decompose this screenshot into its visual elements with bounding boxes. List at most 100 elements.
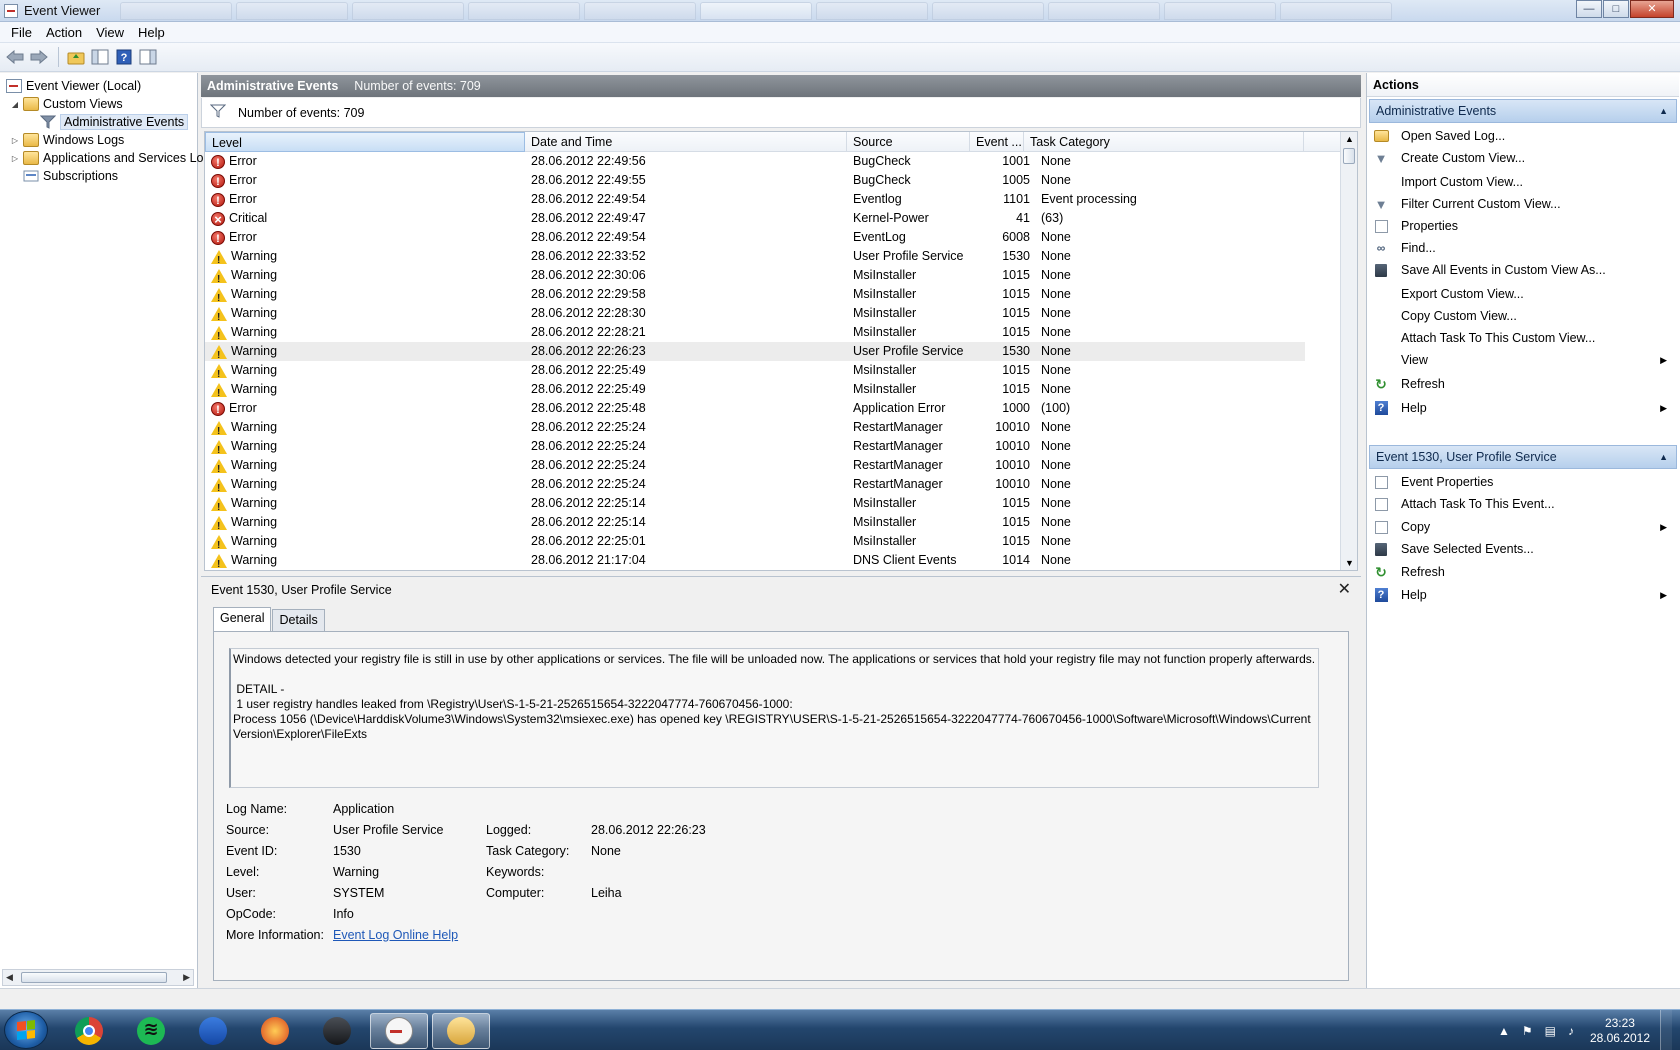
table-row[interactable]: Warning 28.06.2012 21:17:04 DNS Client Eve… xyxy=(205,551,1305,570)
column-header-source[interactable]: Source xyxy=(847,132,970,152)
taskbar-explorer[interactable] xyxy=(432,1013,490,1049)
menu-help[interactable]: Help xyxy=(131,25,172,40)
action-export-custom-view[interactable]: Export Custom View... xyxy=(1373,283,1673,305)
menu-view[interactable]: View xyxy=(89,25,131,40)
show-hide-action-pane-icon[interactable] xyxy=(137,46,159,68)
collapse-arrow-icon[interactable]: ◢ xyxy=(10,100,20,109)
taskbar-chrome[interactable] xyxy=(60,1013,118,1049)
minimize-button[interactable]: — xyxy=(1576,0,1602,18)
show-hide-tree-icon[interactable] xyxy=(89,46,111,68)
clock[interactable]: 23:23 28.06.2012 xyxy=(1590,1016,1650,1046)
action-import-custom-view[interactable]: Import Custom View... xyxy=(1373,171,1673,193)
action-attach-task-to-this-custom-view[interactable]: Attach Task To This Custom View... xyxy=(1373,327,1673,349)
back-arrow-icon[interactable] xyxy=(4,46,26,68)
folder-up-icon[interactable] xyxy=(65,46,87,68)
column-header-date[interactable]: Date and Time xyxy=(525,132,847,152)
action-event-properties[interactable]: Event Properties xyxy=(1373,471,1673,493)
table-row[interactable]: Warning 28.06.2012 22:25:14 MsiInstaller 10… xyxy=(205,513,1305,532)
scroll-right-icon[interactable]: ▶ xyxy=(183,972,190,983)
action-refresh[interactable]: ↻ Refresh xyxy=(1373,561,1673,583)
event-message[interactable]: Windows detected your registry file is s… xyxy=(229,648,1319,788)
action-find[interactable]: ∞ Find... xyxy=(1373,237,1673,259)
tree-item-administrative-events[interactable]: Administrative Events xyxy=(39,113,189,131)
table-row[interactable]: Warning 28.06.2012 22:25:01 MsiInstaller 10… xyxy=(205,532,1305,551)
scroll-up-icon[interactable]: ▲ xyxy=(1341,134,1357,144)
tree-item-root[interactable]: Event Viewer (Local) xyxy=(6,77,141,95)
tree-horizontal-scrollbar[interactable]: ◀ ▶ xyxy=(2,969,194,986)
table-row[interactable]: Warning 28.06.2012 22:30:06 MsiInstaller 10… xyxy=(205,266,1305,285)
table-row[interactable]: Warning 28.06.2012 22:29:58 MsiInstaller 10… xyxy=(205,285,1305,304)
expand-arrow-icon[interactable]: ▷ xyxy=(10,154,20,163)
taskbar-red-app[interactable] xyxy=(246,1013,304,1049)
actions-section-administrative-events[interactable]: Administrative Events ▲ xyxy=(1369,99,1677,123)
action-create-custom-view[interactable]: ▼ Create Custom View... xyxy=(1373,147,1673,169)
network-icon[interactable]: ▤ xyxy=(1545,1024,1556,1038)
action-properties[interactable]: Properties xyxy=(1373,215,1673,237)
table-row[interactable]: Critical 28.06.2012 22:49:47 Kernel-Power 4… xyxy=(205,209,1305,228)
table-row[interactable]: Warning 28.06.2012 22:25:24 RestartManager… xyxy=(205,475,1305,494)
action-filter-current-custom-view[interactable]: ▼ Filter Current Custom View... xyxy=(1373,193,1673,215)
scroll-left-icon[interactable]: ◀ xyxy=(6,972,13,983)
action-open-saved-log[interactable]: Open Saved Log... xyxy=(1373,125,1673,147)
table-row[interactable]: Error 28.06.2012 22:49:55 BugCheck 1005 None xyxy=(205,171,1305,190)
tree-item-applications-services[interactable]: ▷ Applications and Services Lo xyxy=(10,149,204,167)
tree-item-custom-views[interactable]: ◢ Custom Views xyxy=(10,95,123,113)
menu-action[interactable]: Action xyxy=(39,25,89,40)
close-detail-icon[interactable]: ✕ xyxy=(1338,579,1351,599)
action-copy-custom-view[interactable]: Copy Custom View... xyxy=(1373,305,1673,327)
taskbar-blue-app[interactable] xyxy=(184,1013,242,1049)
table-row[interactable]: Error 28.06.2012 22:25:48 Application Erro… xyxy=(205,399,1305,418)
event-log-online-help-link[interactable]: Event Log Online Help xyxy=(333,928,458,942)
collapse-section-icon[interactable]: ▲ xyxy=(1659,100,1668,122)
scroll-down-icon[interactable]: ▼ xyxy=(1341,558,1357,568)
table-row[interactable]: Error 28.06.2012 22:49:56 BugCheck 1001 None xyxy=(205,152,1305,171)
table-vertical-scrollbar[interactable]: ▲ ▼ xyxy=(1340,132,1357,570)
action-attach-task-to-this-event[interactable]: Attach Task To This Event... xyxy=(1373,493,1673,515)
tray-expand-icon[interactable]: ▲ xyxy=(1498,1024,1510,1038)
table-row[interactable]: Warning 28.06.2012 22:25:24 RestartManager… xyxy=(205,418,1305,437)
table-row[interactable]: Warning 28.06.2012 22:28:21 MsiInstaller 10… xyxy=(205,323,1305,342)
maximize-button[interactable]: □ xyxy=(1603,0,1629,18)
close-window-button[interactable]: ✕ xyxy=(1630,0,1674,18)
table-row[interactable]: Warning 28.06.2012 22:25:49 MsiInstaller 10… xyxy=(205,380,1305,399)
column-header-task-category[interactable]: Task Category xyxy=(1024,132,1304,152)
action-refresh[interactable]: ↻ Refresh xyxy=(1373,373,1673,395)
table-row[interactable]: Warning 28.06.2012 22:25:24 RestartManager… xyxy=(205,437,1305,456)
taskbar-playstation[interactable] xyxy=(308,1013,366,1049)
table-row[interactable]: Warning 28.06.2012 22:25:24 RestartManager… xyxy=(205,456,1305,475)
table-row[interactable]: Warning 28.06.2012 22:25:49 MsiInstaller 10… xyxy=(205,361,1305,380)
help-icon[interactable]: ? xyxy=(113,46,135,68)
action-save-selected-events[interactable]: Save Selected Events... xyxy=(1373,538,1673,560)
menu-file[interactable]: File xyxy=(4,25,39,40)
start-button[interactable] xyxy=(4,1011,48,1049)
volume-icon[interactable]: ♪ xyxy=(1568,1024,1574,1038)
taskbar-event-viewer[interactable] xyxy=(370,1013,428,1049)
scrollbar-thumb[interactable] xyxy=(21,972,167,983)
tree-item-subscriptions[interactable]: Subscriptions xyxy=(23,167,118,185)
tab-details[interactable]: Details xyxy=(272,609,325,631)
table-row[interactable]: Warning 28.06.2012 22:33:52 User Profile S… xyxy=(205,247,1305,266)
table-row[interactable]: Error 28.06.2012 22:49:54 Eventlog 1101 Even… xyxy=(205,190,1305,209)
action-help[interactable]: ? Help ▶ xyxy=(1373,584,1673,606)
action-save-all-events-in-custom-view-as[interactable]: Save All Events in Custom View As... xyxy=(1373,259,1673,281)
show-desktop-button[interactable] xyxy=(1660,1010,1672,1050)
forward-arrow-icon[interactable] xyxy=(28,46,50,68)
collapse-section-icon[interactable]: ▲ xyxy=(1659,446,1668,468)
scrollbar-thumb[interactable] xyxy=(1343,148,1355,164)
taskbar-spotify[interactable] xyxy=(122,1013,180,1049)
action-view[interactable]: View ▶ xyxy=(1373,349,1673,371)
tab-general[interactable]: General xyxy=(213,607,272,631)
table-row[interactable]: Warning 28.06.2012 22:25:14 MsiInstaller 10… xyxy=(205,494,1305,513)
column-header-event-id[interactable]: Event ... xyxy=(970,132,1024,152)
action-copy[interactable]: Copy ▶ xyxy=(1373,516,1673,538)
action-help[interactable]: ? Help ▶ xyxy=(1373,397,1673,419)
expand-arrow-icon[interactable]: ▷ xyxy=(10,136,20,145)
table-row[interactable]: Error 28.06.2012 22:49:54 EventLog 6008 None xyxy=(205,228,1305,247)
actions-section-event[interactable]: Event 1530, User Profile Service ▲ xyxy=(1369,445,1677,469)
table-row[interactable]: Warning 28.06.2012 22:28:30 MsiInstaller 10… xyxy=(205,304,1305,323)
table-row[interactable]: Warning 28.06.2012 22:26:23 User Profile S… xyxy=(205,342,1305,361)
tree-item-windows-logs[interactable]: ▷ Windows Logs xyxy=(10,131,124,149)
column-header-level[interactable]: Level xyxy=(205,132,525,152)
cell-task-category: None xyxy=(1041,420,1071,434)
action-center-flag-icon[interactable]: ⚑ xyxy=(1522,1024,1533,1038)
